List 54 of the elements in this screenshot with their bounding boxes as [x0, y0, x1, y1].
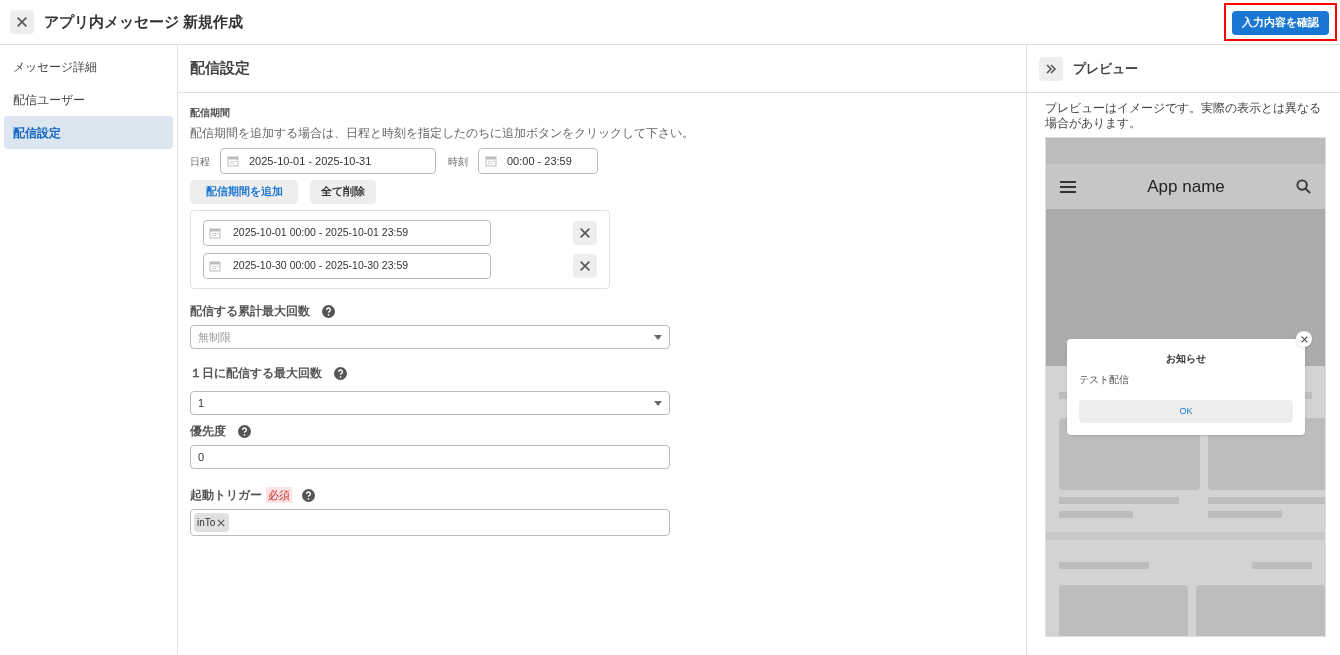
time-range-field[interactable]: 00:00 - 23:59	[478, 148, 598, 174]
confirm-button[interactable]: 入力内容を確認	[1232, 10, 1329, 35]
input-field[interactable]: 0	[190, 445, 670, 469]
period-field[interactable]: 2025-10-01 00:00 - 2025-10-01 23:59	[203, 220, 491, 246]
remove-button[interactable]	[573, 254, 597, 278]
calendar-icon	[209, 227, 221, 239]
collapse-button[interactable]	[1039, 56, 1063, 81]
remove-icon[interactable]	[216, 517, 227, 528]
field-label: 配信する累計最大回数	[190, 303, 310, 320]
required-badge: 必須	[266, 486, 292, 504]
date-range-field[interactable]: 2025-10-01 - 2025-10-31	[220, 148, 436, 174]
delete-all-button[interactable]: 全て削除	[310, 180, 376, 204]
close-icon	[578, 259, 592, 273]
sidebar-item[interactable]: 配信設定	[4, 116, 173, 149]
close-icon	[578, 226, 592, 240]
field-label: 日程	[190, 154, 211, 169]
add-period-button[interactable]: 配信期間を追加	[190, 180, 298, 204]
double-chevron-icon	[1045, 62, 1057, 75]
close-icon	[1299, 334, 1309, 344]
field-label: １日に配信する最大回数	[190, 365, 322, 382]
close-icon	[216, 517, 227, 528]
preview-title: プレビュー	[1073, 59, 1138, 78]
select-field[interactable]: 1	[190, 391, 670, 415]
dialog-title: お知らせ	[1165, 352, 1207, 366]
help-icon[interactable]	[322, 304, 335, 318]
close-icon	[15, 15, 29, 29]
help-icon[interactable]	[302, 488, 315, 502]
field-label: 時刻	[448, 154, 469, 169]
help-icon[interactable]	[238, 424, 251, 438]
dropdown-icon	[654, 400, 662, 406]
page-title: アプリ内メッセージ 新規作成	[44, 11, 244, 32]
dropdown-icon	[654, 334, 662, 340]
close-button[interactable]	[10, 10, 34, 34]
tag-input-field[interactable]: inTo	[190, 509, 670, 536]
remove-button[interactable]	[573, 221, 597, 245]
sidebar-item[interactable]: メッセージ詳細	[4, 50, 173, 83]
calendar-icon	[209, 260, 221, 272]
tag-chip[interactable]: inTo	[194, 513, 230, 532]
menu-icon	[1060, 180, 1076, 193]
field-label: 優先度	[190, 423, 226, 440]
field-label: 起動トリガー	[190, 487, 262, 504]
calendar-icon	[227, 155, 239, 167]
calendar-icon	[485, 155, 497, 167]
sidebar-item[interactable]: 配信ユーザー	[4, 83, 173, 116]
section-title: 配信設定	[190, 58, 250, 79]
preview-note: プレビューはイメージです。実際の表示とは異なる場合があります。	[1044, 101, 1322, 131]
period-field[interactable]: 2025-10-30 00:00 - 2025-10-30 23:59	[203, 253, 491, 279]
help-icon[interactable]	[334, 366, 347, 380]
field-label: 配信期間	[190, 106, 231, 120]
ok-button[interactable]: OK	[1079, 400, 1293, 423]
dialog-message: テスト配信	[1079, 373, 1130, 387]
search-icon	[1296, 179, 1311, 194]
app-name: App name	[1146, 175, 1226, 198]
help-text: 配信期間を追加する場合は、日程と時刻を指定したのちに追加ボタンをクリックして下さい。	[190, 125, 695, 142]
